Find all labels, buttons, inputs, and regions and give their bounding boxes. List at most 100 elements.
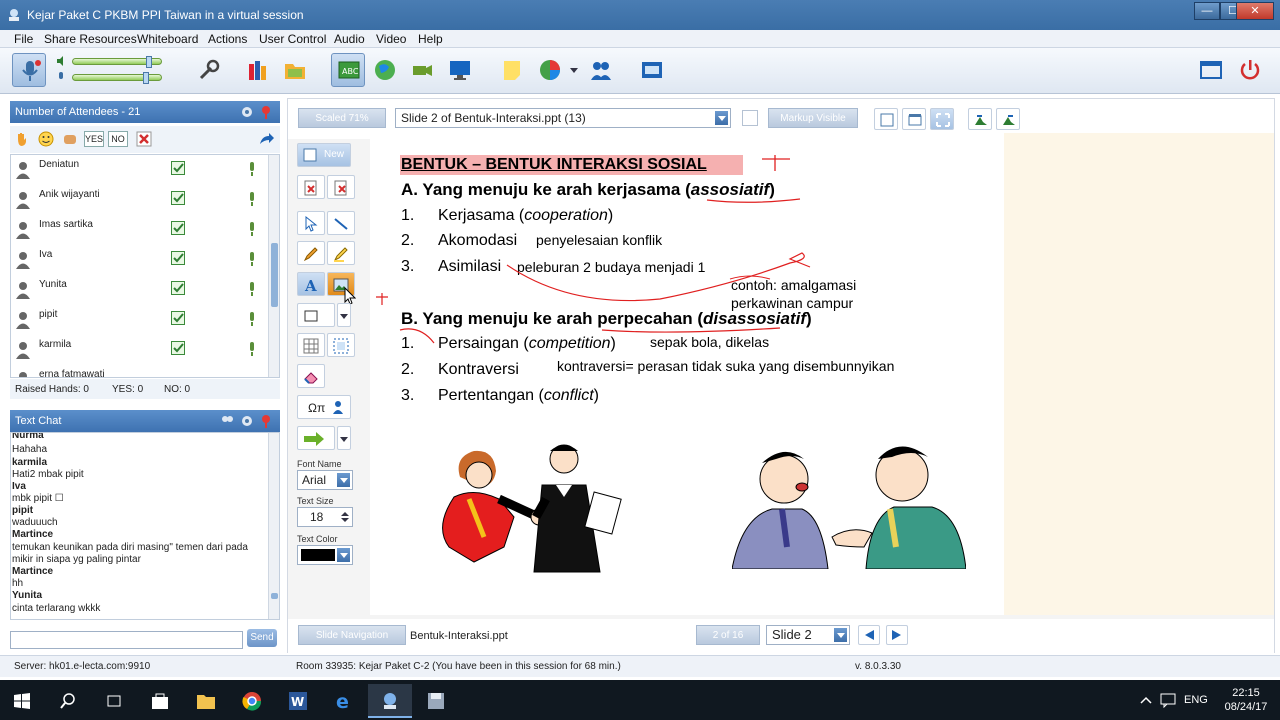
- highlighter-tool[interactable]: [327, 241, 355, 265]
- slide-number-select[interactable]: Slide 2: [766, 625, 850, 645]
- select-tool[interactable]: [297, 211, 325, 235]
- new-page-button[interactable]: New: [297, 143, 351, 167]
- shape-tool[interactable]: [297, 303, 335, 327]
- users-icon[interactable]: [220, 414, 234, 428]
- microphone-icon[interactable]: [248, 222, 256, 236]
- symbols-tool[interactable]: Ωπ: [297, 395, 351, 419]
- list-item[interactable]: karmila: [11, 335, 269, 365]
- markup-visible-button[interactable]: Markup Visible: [768, 108, 858, 128]
- microphone-icon[interactable]: [248, 312, 256, 326]
- fit-width-button[interactable]: [902, 108, 926, 130]
- list-item[interactable]: pipit: [11, 305, 269, 335]
- gear-icon[interactable]: [240, 105, 254, 119]
- start-button[interactable]: [0, 684, 44, 718]
- speaker-volume-slider[interactable]: [72, 72, 162, 84]
- microphone-icon[interactable]: [248, 192, 256, 206]
- menu-audio[interactable]: Audio: [334, 32, 365, 46]
- menu-file[interactable]: File: [14, 32, 33, 46]
- pin-icon[interactable]: [260, 105, 272, 119]
- text-tool[interactable]: A: [297, 272, 325, 296]
- mic-volume-slider[interactable]: [72, 56, 162, 68]
- text-color-select[interactable]: [297, 545, 353, 565]
- menu-video[interactable]: Video: [376, 32, 406, 46]
- settings-tools-button[interactable]: [192, 53, 226, 87]
- slide-select[interactable]: Slide 2 of Bentuk-Interaksi.ppt (13): [395, 108, 731, 128]
- whiteboard-button[interactable]: ABC: [331, 53, 365, 87]
- microphone-button[interactable]: [12, 53, 46, 87]
- microphone-icon[interactable]: [248, 252, 256, 266]
- list-item[interactable]: Deniatun: [11, 155, 269, 185]
- send-button[interactable]: Send: [247, 629, 277, 647]
- list-item[interactable]: Anik wijayanti: [11, 185, 269, 215]
- list-item[interactable]: Iva: [11, 245, 269, 275]
- line-tool[interactable]: [327, 211, 355, 235]
- clear-icon[interactable]: [136, 131, 152, 147]
- menu-actions[interactable]: Actions: [208, 32, 247, 46]
- file-explorer-button[interactable]: [184, 684, 228, 718]
- menu-share-resources[interactable]: Share Resources: [44, 32, 137, 46]
- menu-whiteboard[interactable]: Whiteboard: [137, 32, 198, 46]
- menu-user-control[interactable]: User Control: [259, 32, 326, 46]
- chrome-button[interactable]: [230, 684, 274, 718]
- minimize-button[interactable]: —: [1194, 2, 1220, 20]
- edge-button[interactable]: e: [322, 684, 366, 718]
- list-item[interactable]: Yunita: [11, 275, 269, 305]
- raise-hand-icon[interactable]: [14, 131, 30, 147]
- chat-scrollbar[interactable]: [268, 433, 279, 619]
- web-share-button[interactable]: [368, 53, 402, 87]
- folder-button[interactable]: [278, 53, 312, 87]
- markup-checkbox[interactable]: [742, 110, 758, 126]
- smile-icon[interactable]: [38, 131, 54, 147]
- eraser-tool[interactable]: [297, 364, 325, 388]
- word-button[interactable]: W: [276, 684, 320, 718]
- microphone-icon[interactable]: [248, 162, 256, 176]
- microphone-icon[interactable]: [248, 282, 256, 296]
- pin-icon[interactable]: [260, 414, 272, 428]
- breakout-rooms-button[interactable]: [584, 53, 618, 87]
- next-slide-button[interactable]: [886, 625, 908, 645]
- gear-icon[interactable]: [240, 414, 254, 428]
- fit-page-button[interactable]: [874, 108, 898, 130]
- store-button[interactable]: [138, 684, 182, 718]
- scale-button[interactable]: Scaled 71%: [298, 108, 386, 128]
- chevron-down-icon[interactable]: [570, 66, 578, 74]
- capture-tool[interactable]: [327, 333, 355, 357]
- font-name-select[interactable]: Arial: [297, 470, 353, 490]
- clap-icon[interactable]: [62, 131, 78, 147]
- save-app-button[interactable]: [414, 684, 458, 718]
- notes-button[interactable]: [495, 53, 529, 87]
- shape-dropdown[interactable]: [337, 303, 351, 327]
- chat-input[interactable]: [10, 631, 243, 649]
- slide-canvas[interactable]: BENTUK – BENTUK INTERAKSI SOSIAL A. Yang…: [370, 133, 1004, 615]
- arrow-dropdown[interactable]: [337, 426, 351, 450]
- pen-tool[interactable]: [297, 241, 325, 265]
- delete-page-button[interactable]: [297, 175, 325, 199]
- list-item[interactable]: erna fatmawati: [11, 365, 269, 377]
- no-button[interactable]: NO: [108, 131, 128, 147]
- share-arrow-icon[interactable]: [258, 132, 274, 146]
- previous-slide-button[interactable]: [858, 625, 880, 645]
- desktop-share-button[interactable]: [443, 53, 477, 87]
- grid-tool[interactable]: [297, 333, 325, 357]
- close-button[interactable]: ✕: [1236, 2, 1274, 20]
- virtual-classroom-button[interactable]: [368, 684, 412, 718]
- layout-button[interactable]: [1194, 53, 1228, 87]
- chevron-up-icon[interactable]: [1140, 696, 1152, 704]
- next-view-button[interactable]: [996, 108, 1020, 130]
- previous-view-button[interactable]: [968, 108, 992, 130]
- search-button[interactable]: [46, 684, 90, 718]
- library-button[interactable]: [242, 53, 276, 87]
- fit-screen-button[interactable]: [930, 108, 954, 130]
- attendee-scrollbar[interactable]: [268, 155, 279, 377]
- menu-help[interactable]: Help: [418, 32, 443, 46]
- recording-button[interactable]: [635, 53, 669, 87]
- video-button[interactable]: [405, 53, 439, 87]
- slide-navigation-button[interactable]: Slide Navigation: [298, 625, 406, 645]
- language-indicator[interactable]: ENG: [1184, 694, 1208, 706]
- polls-button[interactable]: [533, 53, 567, 87]
- exit-session-button[interactable]: [1233, 53, 1267, 87]
- text-size-stepper[interactable]: 18: [297, 507, 353, 527]
- list-item[interactable]: Imas sartika: [11, 215, 269, 245]
- system-clock[interactable]: 22:15 08/24/17: [1216, 686, 1276, 714]
- task-view-button[interactable]: [92, 684, 136, 718]
